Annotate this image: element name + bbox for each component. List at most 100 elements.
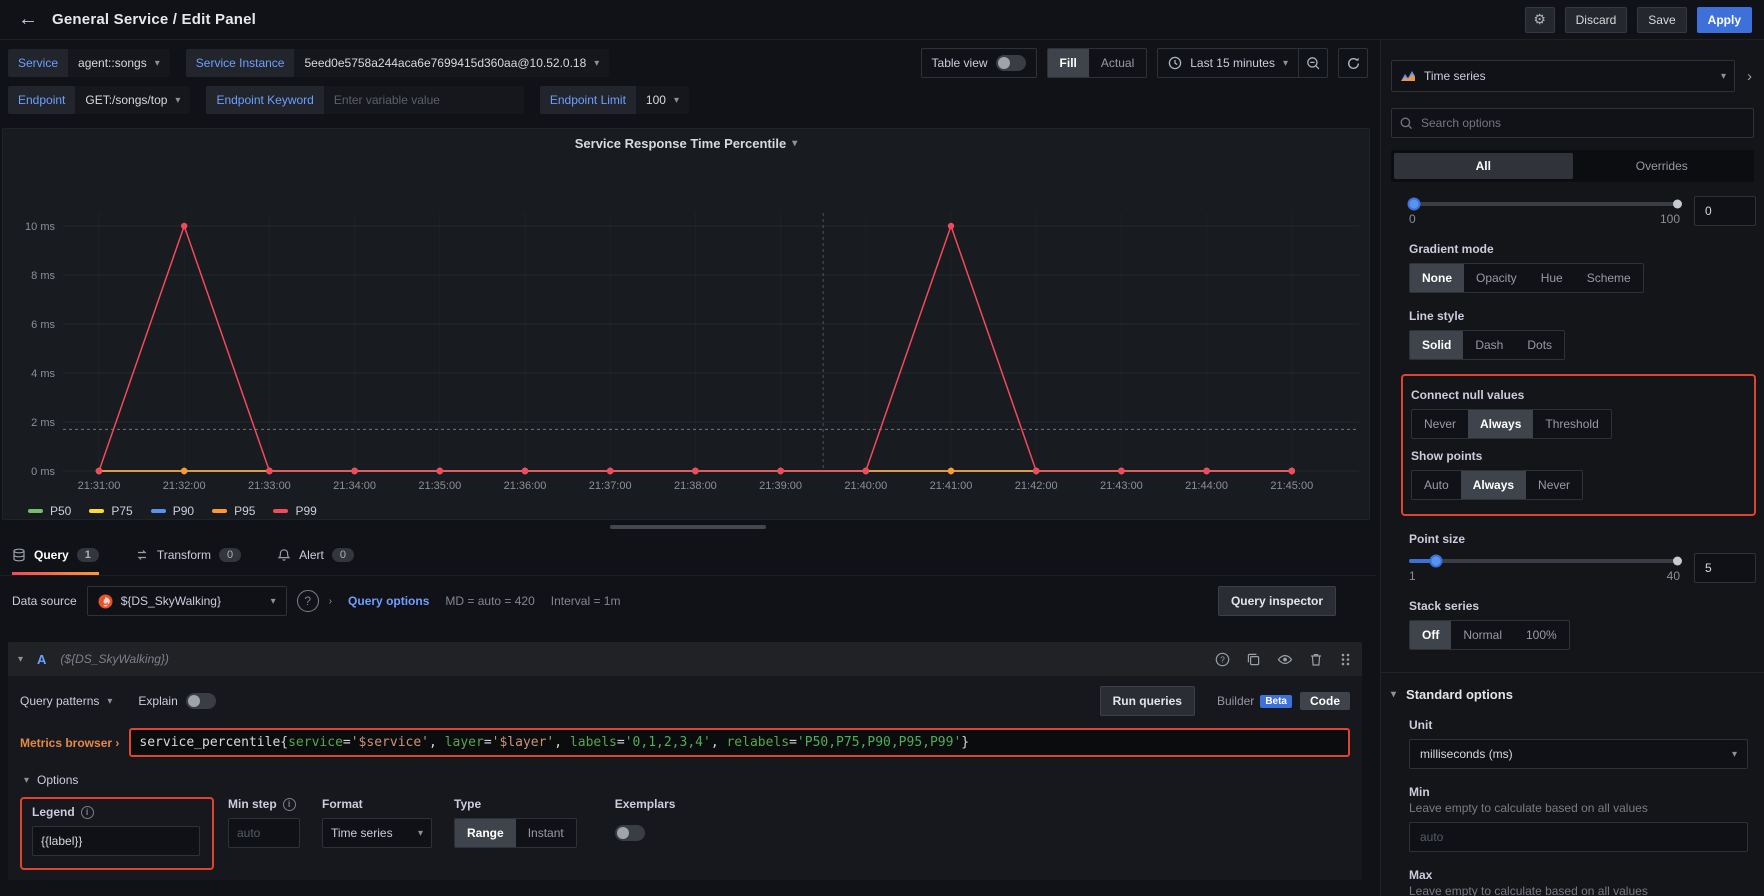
show-points-auto[interactable]: Auto	[1412, 471, 1461, 499]
eye-icon[interactable]	[1277, 652, 1293, 667]
duplicate-icon[interactable]	[1246, 652, 1261, 667]
gradient-mode-opacity[interactable]: Opacity	[1464, 264, 1529, 292]
query-patterns-button[interactable]: Query patterns▾	[20, 694, 112, 708]
connect-null-values-group: NeverAlwaysThreshold	[1411, 409, 1612, 439]
show-points-always[interactable]: Always	[1461, 471, 1526, 499]
panel-options-pane: Time series ▾ › Search options All Overr…	[1380, 40, 1764, 896]
svg-text:21:43:00: 21:43:00	[1100, 480, 1143, 492]
flame-datasource-icon	[98, 594, 113, 609]
stack-series-100-[interactable]: 100%	[1514, 621, 1569, 649]
exemplars-toggle[interactable]	[615, 825, 645, 841]
database-icon	[12, 548, 26, 562]
bell-icon	[277, 548, 291, 562]
legend-item-p95[interactable]: P95	[212, 504, 255, 518]
legend-item-p90[interactable]: P90	[151, 504, 194, 518]
line-style-dots[interactable]: Dots	[1515, 331, 1564, 359]
stack-series-normal[interactable]: Normal	[1451, 621, 1514, 649]
transform-count-badge: 0	[219, 548, 241, 562]
run-queries-button[interactable]: Run queries	[1100, 686, 1195, 716]
line-style-solid[interactable]: Solid	[1410, 331, 1463, 359]
query-inspector-button[interactable]: Query inspector	[1218, 586, 1336, 616]
legend-label: P99	[295, 504, 316, 518]
legend-item-p75[interactable]: P75	[89, 504, 132, 518]
help-icon[interactable]: ?	[1215, 652, 1230, 667]
query-options-link[interactable]: Query options	[348, 594, 429, 608]
slider-handle[interactable]	[1408, 198, 1421, 211]
tab-overrides[interactable]: Overrides	[1573, 153, 1752, 179]
refresh-button[interactable]	[1338, 48, 1368, 78]
show-points-never[interactable]: Never	[1526, 471, 1582, 499]
fill-opacity-slider[interactable]: 0100	[1409, 196, 1680, 226]
legend-label: P95	[234, 504, 255, 518]
legend-item-p50[interactable]: P50	[28, 504, 71, 518]
min-step-input[interactable]	[228, 818, 300, 848]
query-type-instant[interactable]: Instant	[516, 819, 576, 847]
service-instance-dropdown[interactable]: 5eed0e5758a244aca6e7699415d360aa@10.52.0…	[294, 49, 609, 77]
min-label: Min	[1409, 785, 1756, 799]
endpoint-limit-dropdown[interactable]: 100▾	[636, 86, 689, 114]
table-view-toggle[interactable]	[996, 55, 1026, 71]
collapse-chevron-icon[interactable]: ▾	[18, 654, 23, 665]
unit-select[interactable]: milliseconds (ms)▾	[1409, 739, 1748, 769]
tab-alert[interactable]: Alert 0	[277, 535, 354, 575]
back-arrow-icon[interactable]: ←	[18, 8, 38, 31]
panel-settings-button[interactable]: ⚙	[1525, 7, 1555, 33]
panel-title[interactable]: Service Response Time Percentile▾	[3, 129, 1369, 157]
line-style-dash[interactable]: Dash	[1463, 331, 1515, 359]
gradient-mode-none[interactable]: None	[1410, 264, 1464, 292]
point-size-value[interactable]: 5	[1694, 553, 1756, 583]
gradient-mode-hue[interactable]: Hue	[1529, 264, 1575, 292]
code-option[interactable]: Code	[1300, 692, 1350, 710]
datasource-help-icon[interactable]: ?	[297, 590, 319, 612]
expression-token: ,	[711, 735, 727, 750]
min-input[interactable]	[1409, 822, 1748, 852]
fill-opacity-value[interactable]: 0	[1694, 196, 1756, 226]
endpoint-dropdown[interactable]: GET:/songs/top▾	[75, 86, 190, 114]
zoom-out-button[interactable]	[1298, 48, 1328, 78]
endpoint-keyword-input[interactable]	[324, 86, 524, 114]
panel-resize-handle[interactable]	[610, 525, 766, 529]
slider-handle[interactable]	[1430, 555, 1443, 568]
point-size-slider[interactable]: 140	[1409, 553, 1680, 583]
expression-token: =	[484, 735, 492, 750]
query-row-a-header[interactable]: ▾ A (${DS_SkyWalking}) ?	[8, 642, 1362, 676]
stack-series-off[interactable]: Off	[1410, 621, 1451, 649]
query-type-range[interactable]: Range	[455, 819, 516, 847]
query-options: › Query options MD = auto = 420 Interval…	[329, 594, 621, 608]
fill-actual-actual[interactable]: Actual	[1089, 49, 1146, 77]
datasource-picker[interactable]: ${DS_SkyWalking} ▾	[87, 586, 287, 616]
collapse-pane-icon[interactable]: ›	[1743, 68, 1756, 85]
promql-expression-input[interactable]: service_percentile{service='$service', l…	[129, 728, 1350, 757]
time-range-picker[interactable]: Last 15 minutes▾	[1157, 48, 1298, 78]
connect-null-threshold[interactable]: Threshold	[1533, 410, 1610, 438]
tab-transform[interactable]: Transform 0	[135, 535, 241, 575]
discard-button[interactable]: Discard	[1565, 7, 1628, 33]
explain-toggle[interactable]	[186, 693, 216, 709]
legend-item-p99[interactable]: P99	[273, 504, 316, 518]
timeseries-chart[interactable]: 0 ms2 ms4 ms6 ms8 ms10 ms21:31:0021:32:0…	[3, 157, 1371, 497]
save-button[interactable]: Save	[1637, 7, 1686, 33]
tab-query[interactable]: Query 1	[12, 535, 99, 575]
query-ref-id: A	[37, 652, 46, 667]
search-options-input[interactable]: Search options	[1391, 108, 1754, 138]
tab-all[interactable]: All	[1394, 153, 1573, 179]
gradient-mode-scheme[interactable]: Scheme	[1575, 264, 1643, 292]
visualization-picker[interactable]: Time series ▾	[1391, 60, 1735, 92]
standard-options-section-toggle[interactable]: ▾ Standard options	[1381, 673, 1764, 702]
legend-input[interactable]	[32, 826, 200, 856]
chevron-right-icon[interactable]: ›	[329, 596, 332, 607]
connect-null-always[interactable]: Always	[1468, 410, 1533, 438]
apply-button[interactable]: Apply	[1697, 7, 1752, 33]
fill-actual-fill[interactable]: Fill	[1048, 49, 1089, 77]
connect-null-never[interactable]: Never	[1412, 410, 1468, 438]
builder-option[interactable]: Builder Beta	[1209, 694, 1300, 708]
options-section-toggle[interactable]: ▾ Options	[24, 773, 1350, 787]
metrics-browser-link[interactable]: Metrics browser ›	[20, 736, 119, 750]
service-dropdown[interactable]: agent::songs▾	[68, 49, 170, 77]
trash-icon[interactable]	[1309, 652, 1323, 667]
svg-text:21:41:00: 21:41:00	[930, 480, 973, 492]
legend-label: P50	[50, 504, 71, 518]
drag-handle-icon[interactable]	[1339, 652, 1352, 667]
fill-actual-group: FillActual	[1047, 48, 1148, 78]
format-select[interactable]: Time series▾	[322, 818, 432, 848]
